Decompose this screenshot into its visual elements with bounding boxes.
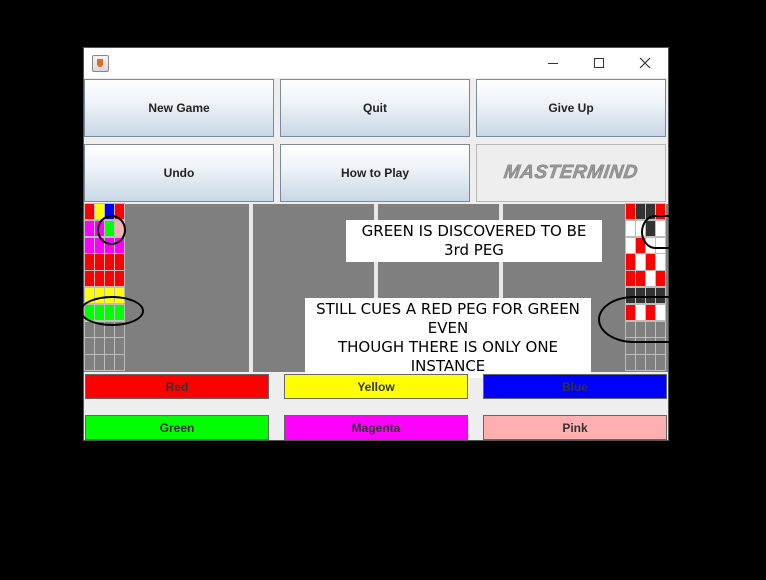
guess-peg [115, 271, 124, 287]
guess-peg [85, 237, 94, 253]
cue-peg [656, 254, 665, 270]
cue-peg [626, 237, 635, 253]
cue-peg [626, 271, 635, 287]
annotation-line: STILL CUES A RED PEG FOR GREEN EVEN [316, 300, 580, 337]
cue-peg [656, 355, 665, 371]
how-to-play-button[interactable]: How to Play [280, 144, 470, 202]
mastermind-logo-panel: MASTERMIND [476, 144, 666, 202]
guess-peg [95, 355, 104, 371]
guess-peg [115, 355, 124, 371]
minimize-icon[interactable] [530, 48, 576, 78]
guess-peg [95, 338, 104, 354]
cue-peg [636, 355, 645, 371]
mastermind-logo: MASTERMIND [502, 162, 640, 184]
highlight-circle [97, 215, 126, 245]
guess-peg [115, 254, 124, 270]
quit-button[interactable]: Quit [280, 79, 470, 137]
color-button-red[interactable]: Red [85, 374, 269, 399]
guess-peg [105, 338, 114, 354]
color-button-blue[interactable]: Blue [483, 374, 667, 399]
game-board: GREEN IS DISCOVERED TO BE 3rd PEG STILL … [80, 204, 670, 378]
cue-peg [646, 271, 655, 287]
guess-peg [105, 254, 114, 270]
cue-peg [636, 254, 645, 270]
board-divider [249, 204, 253, 372]
cue-peg [656, 271, 665, 287]
guess-peg [105, 355, 114, 371]
give-up-button[interactable]: Give Up [476, 79, 666, 137]
java-cup-icon [92, 55, 109, 72]
annotation-line: THOUGH THERE IS ONLY ONE INSTANCE [337, 338, 559, 375]
color-button-pink[interactable]: Pink [483, 415, 667, 440]
highlight-circle [598, 296, 670, 343]
cue-peg [646, 254, 655, 270]
guess-peg [85, 254, 94, 270]
maximize-icon[interactable] [576, 48, 622, 78]
cue-peg [626, 220, 635, 237]
color-button-green[interactable]: Green [85, 415, 269, 440]
guess-peg [85, 338, 94, 354]
guess-peg [85, 220, 94, 237]
guess-peg [85, 355, 94, 371]
guess-peg [105, 271, 114, 287]
cue-peg [626, 355, 635, 371]
color-button-yellow[interactable]: Yellow [284, 374, 468, 399]
guess-peg [115, 338, 124, 354]
cue-peg [626, 204, 635, 220]
undo-button[interactable]: Undo [84, 144, 274, 202]
cue-peg [626, 254, 635, 270]
guess-peg [85, 204, 94, 220]
close-icon[interactable] [622, 48, 668, 78]
cue-peg [636, 271, 645, 287]
cue-peg [646, 355, 655, 371]
annotation-red-cue: STILL CUES A RED PEG FOR GREEN EVEN THOU… [305, 298, 591, 378]
color-button-magenta[interactable]: Magenta [284, 415, 468, 440]
highlight-circle [641, 215, 670, 249]
cue-peg [636, 204, 645, 220]
new-game-button[interactable]: New Game [84, 79, 274, 137]
mastermind-window: New Game Quit Give Up Undo How to Play M… [80, 48, 670, 440]
title-bar[interactable] [84, 48, 668, 78]
highlight-circle [80, 296, 144, 326]
guess-peg [95, 271, 104, 287]
guess-peg [95, 254, 104, 270]
annotation-green-discovered: GREEN IS DISCOVERED TO BE 3rd PEG [346, 220, 602, 262]
guess-peg [85, 321, 94, 337]
guess-peg [85, 271, 94, 287]
